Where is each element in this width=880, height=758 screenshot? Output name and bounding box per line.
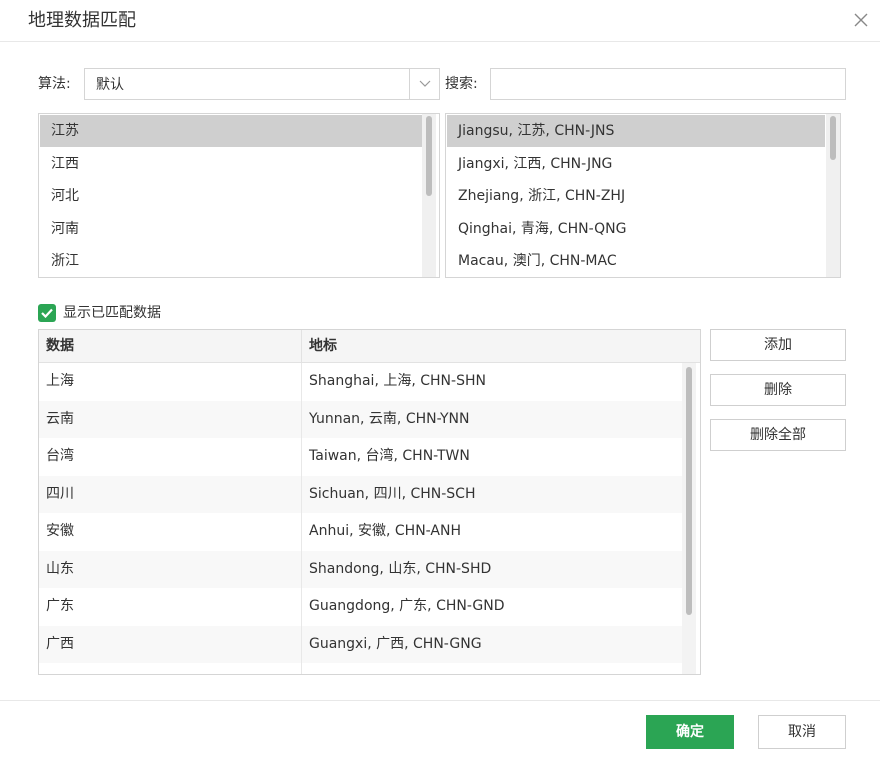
table-header: 数据 地标 (39, 330, 700, 363)
show-matched-label: 显示已匹配数据 (63, 305, 161, 321)
cell-data: 台湾 (46, 448, 74, 464)
cell-landmark: Yunnan, 云南, CHN-YNN (309, 410, 470, 427)
list-item[interactable]: Jiangsu, 江苏, CHN-JNS (447, 115, 825, 147)
list-item[interactable]: 河北 (40, 180, 422, 212)
data-list-scroll-thumb[interactable] (426, 116, 432, 196)
title-bar: 地理数据匹配 (0, 0, 880, 42)
delete-button[interactable]: 删除 (710, 374, 846, 406)
cancel-button[interactable]: 取消 (758, 715, 846, 749)
chevron-down-icon[interactable] (409, 69, 439, 99)
ok-button[interactable]: 确定 (646, 715, 734, 749)
list-item[interactable]: Qinghai, 青海, CHN-QNG (447, 213, 825, 245)
search-label: 搜索: (445, 76, 478, 92)
cell-data: 四川 (46, 485, 74, 502)
dialog-footer (0, 700, 880, 758)
close-icon[interactable] (850, 9, 872, 31)
data-list[interactable]: 江苏 江西 河北 河南 浙江 (38, 113, 440, 278)
list-item[interactable]: Jiangxi, 江西, CHN-JNG (447, 148, 825, 180)
cell-landmark: Guangxi, 广西, CHN-GNG (309, 635, 482, 652)
table-scroll-thumb[interactable] (686, 367, 692, 615)
column-header-landmark: 地标 (309, 338, 337, 354)
algorithm-select[interactable]: 默认 (84, 68, 440, 100)
landmark-list-scroll-thumb[interactable] (830, 116, 836, 160)
algorithm-label: 算法: (38, 76, 71, 92)
table-row[interactable]: 山东 Shandong, 山东, CHN-SHD (39, 550, 682, 588)
algorithm-value: 默认 (96, 77, 124, 93)
cell-data: 山东 (46, 560, 74, 577)
landmark-list[interactable]: Jiangsu, 江苏, CHN-JNS Jiangxi, 江西, CHN-JNG… (445, 113, 841, 278)
table-scrollbar[interactable] (682, 363, 696, 674)
cell-landmark: Shanghai, 上海, CHN-SHN (309, 373, 486, 389)
list-item[interactable]: 江苏 (40, 115, 422, 147)
table-row[interactable]: 四川 Sichuan, 四川, CHN-SCH (39, 475, 682, 513)
list-item[interactable]: 河南 (40, 213, 422, 245)
show-matched-checkbox[interactable] (38, 304, 56, 322)
table-body: 广西 Guangxi, 广西, CHN-GNG 广东 Guangdong, 广东, C… (39, 363, 682, 674)
cell-landmark: Guangdong, 广东, CHN-GND (309, 598, 505, 614)
list-item[interactable]: Macau, 澳门, CHN-MAC (447, 245, 825, 277)
geo-match-dialog: 地理数据匹配 算法: 默认 搜索: 江苏 江西 河北 河南 浙江 Jiangsu, 江苏… (0, 0, 880, 758)
cell-data: 安徽 (46, 523, 74, 539)
cell-data: 上海 (46, 373, 74, 389)
add-button[interactable]: 添加 (710, 329, 846, 361)
landmark-list-scrollbar[interactable] (826, 114, 840, 277)
table-row[interactable]: 安徽 Anhui, 安徽, CHN-ANH (39, 513, 682, 551)
list-item[interactable]: 江西 (40, 148, 422, 180)
table-row[interactable]: 台湾 Taiwan, 台湾, CHN-TWN (39, 438, 682, 476)
cell-data: 广西 (46, 635, 74, 652)
cell-landmark: Anhui, 安徽, CHN-ANH (309, 523, 461, 539)
table-row[interactable]: 广西 Guangxi, 广西, CHN-GNG (39, 625, 682, 663)
cell-landmark: Sichuan, 四川, CHN-SCH (309, 485, 476, 502)
cell-landmark: Shandong, 山东, CHN-SHD (309, 560, 492, 577)
table-row[interactable]: 云南 Yunnan, 云南, CHN-YNN (39, 400, 682, 438)
matched-table: 数据 地标 广西 Guangxi, 广西, CHN-GNG 广东 Guangdong,… (38, 329, 701, 675)
data-list-scrollbar[interactable] (422, 114, 436, 277)
list-item[interactable]: 浙江 (40, 245, 422, 277)
dialog-title: 地理数据匹配 (28, 10, 136, 31)
table-row[interactable]: 广东 Guangdong, 广东, CHN-GND (39, 588, 682, 626)
delete-all-button[interactable]: 删除全部 (710, 419, 846, 451)
search-input[interactable] (490, 68, 846, 100)
column-header-data: 数据 (46, 338, 74, 354)
table-row[interactable]: 上海 Shanghai, 上海, CHN-SHN (39, 363, 682, 401)
cell-data: 云南 (46, 410, 74, 427)
list-item[interactable]: Zhejiang, 浙江, CHN-ZHJ (447, 180, 825, 212)
cell-data: 广东 (46, 598, 74, 614)
cell-landmark: Taiwan, 台湾, CHN-TWN (309, 448, 470, 464)
